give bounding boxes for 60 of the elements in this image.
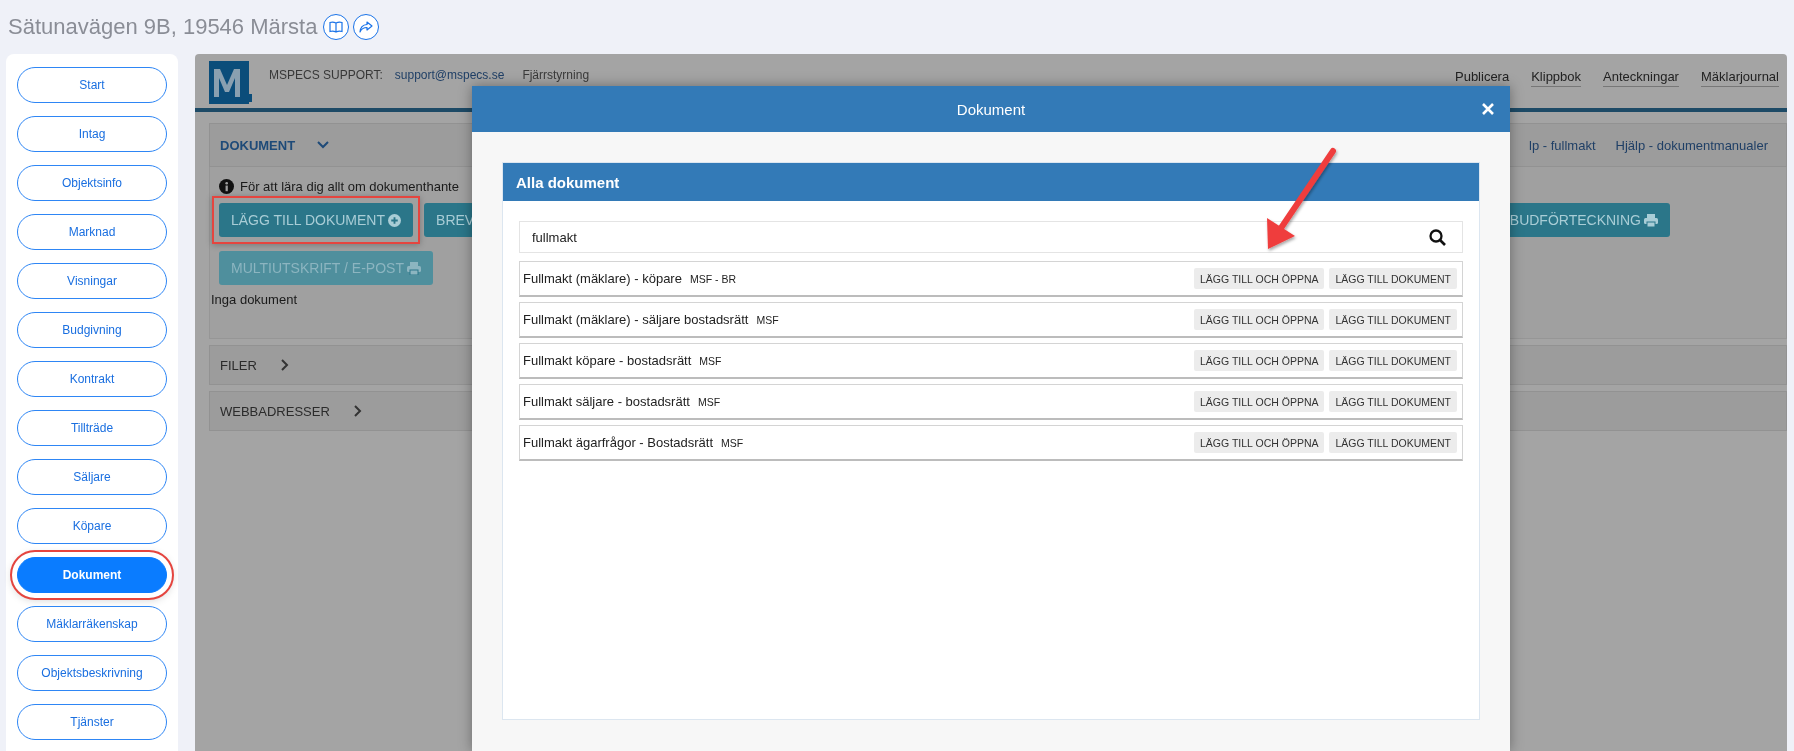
- document-name: Fullmakt säljare - bostadsrätt: [523, 394, 690, 409]
- nav-link[interactable]: Mäklarjournal: [1700, 69, 1779, 87]
- support-label: MSPECS SUPPORT:: [269, 68, 383, 84]
- sidebar-item[interactable]: Kontrakt: [17, 361, 167, 397]
- section-title: DOKUMENT: [220, 137, 296, 153]
- search-icon[interactable]: [1429, 229, 1446, 246]
- plus-circle-icon: [388, 213, 402, 227]
- sidebar-item[interactable]: Visningar: [17, 263, 167, 299]
- panel-header: Alla dokument: [503, 163, 1479, 201]
- modal-title: Dokument: [956, 100, 1026, 118]
- sidebar-item[interactable]: Start: [17, 67, 167, 103]
- empty-text: Inga dokument: [210, 292, 298, 307]
- action-button[interactable]: LÄGG TILL DOKUMENT: [1329, 350, 1457, 371]
- sidebar-item[interactable]: Intag: [17, 116, 167, 152]
- book-icon: [329, 21, 344, 33]
- printer-icon: [1644, 213, 1658, 227]
- nav-link[interactable]: Klippbok: [1531, 69, 1582, 87]
- document-tag: MSF - BR: [689, 272, 737, 285]
- document-name: Fullmakt (mäklare) - köpare: [523, 271, 682, 286]
- sidebar-item[interactable]: Tillträde: [17, 410, 167, 446]
- action-button[interactable]: LÄGG TILL DOKUMENT: [1329, 309, 1457, 330]
- document-tag: MSF: [721, 436, 744, 449]
- sidebar-item[interactable]: Budgivning: [17, 312, 167, 348]
- action-button[interactable]: LÄGG TILL DOKUMENT: [1329, 391, 1457, 412]
- share-icon: [359, 21, 374, 33]
- document-name: Fullmakt ägarfrågor - Bostadsrätt: [523, 435, 714, 450]
- info-text: För att lära dig allt om dokumenthante: [240, 179, 459, 194]
- sidebar-item[interactable]: Köpare: [17, 508, 167, 544]
- nav-link[interactable]: Anteckningar: [1603, 69, 1679, 87]
- action-button[interactable]: LÄGG TILL OCH ÖPPNA: [1194, 350, 1325, 371]
- action-button[interactable]: LÄGG TILL OCH ÖPPNA: [1194, 432, 1325, 453]
- document-tag: MSF: [699, 354, 722, 367]
- help-link[interactable]: Hjälp - dokumentmanualer: [1615, 137, 1768, 153]
- action-button[interactable]: LÄGG TILL DOKUMENT: [1329, 432, 1457, 453]
- share-button[interactable]: [353, 14, 380, 40]
- search-field[interactable]: fullmakt: [519, 221, 1463, 253]
- sidebar-item[interactable]: Objektsbeskrivning: [17, 655, 167, 691]
- action-button[interactable]: LÄGG TILL OCH ÖPPNA: [1194, 391, 1325, 412]
- sidebar-item[interactable]: Marknad: [17, 214, 167, 250]
- logo-icon: [209, 61, 253, 104]
- close-icon[interactable]: [1482, 103, 1494, 115]
- info-icon: [219, 179, 234, 194]
- sidebar-item[interactable]: Objektsinfo: [17, 165, 167, 201]
- sidebar-item[interactable]: Mäklarräkenskap: [17, 606, 167, 642]
- document-name: Fullmakt köpare - bostadsrätt: [523, 353, 692, 368]
- action-button[interactable]: LÄGG TILL DOKUMENT: [1329, 268, 1457, 289]
- section-title: WEBBADRESSER: [220, 403, 330, 419]
- section-title: FILER: [220, 357, 257, 373]
- sidebar-item[interactable]: Säljare: [17, 459, 167, 495]
- action-button[interactable]: LÄGG TILL OCH ÖPPNA: [1194, 268, 1325, 289]
- page-title: Sätunavägen 9B, 19546 Märsta: [8, 14, 318, 40]
- sidebar-item[interactable]: Tjänster: [17, 704, 167, 740]
- document-name: Fullmakt (mäklare) - säljare bostadsrätt: [523, 312, 749, 327]
- add-document-button[interactable]: LÄGG TILL DOKUMENT: [219, 203, 414, 237]
- document-tag: MSF: [756, 313, 779, 326]
- printer-icon: [406, 261, 421, 275]
- help-link[interactable]: lp - fullmakt: [1529, 137, 1596, 153]
- document-tag: MSF: [697, 395, 721, 408]
- book-button[interactable]: [323, 14, 350, 40]
- action-button[interactable]: LÄGG TILL OCH ÖPPNA: [1194, 309, 1325, 330]
